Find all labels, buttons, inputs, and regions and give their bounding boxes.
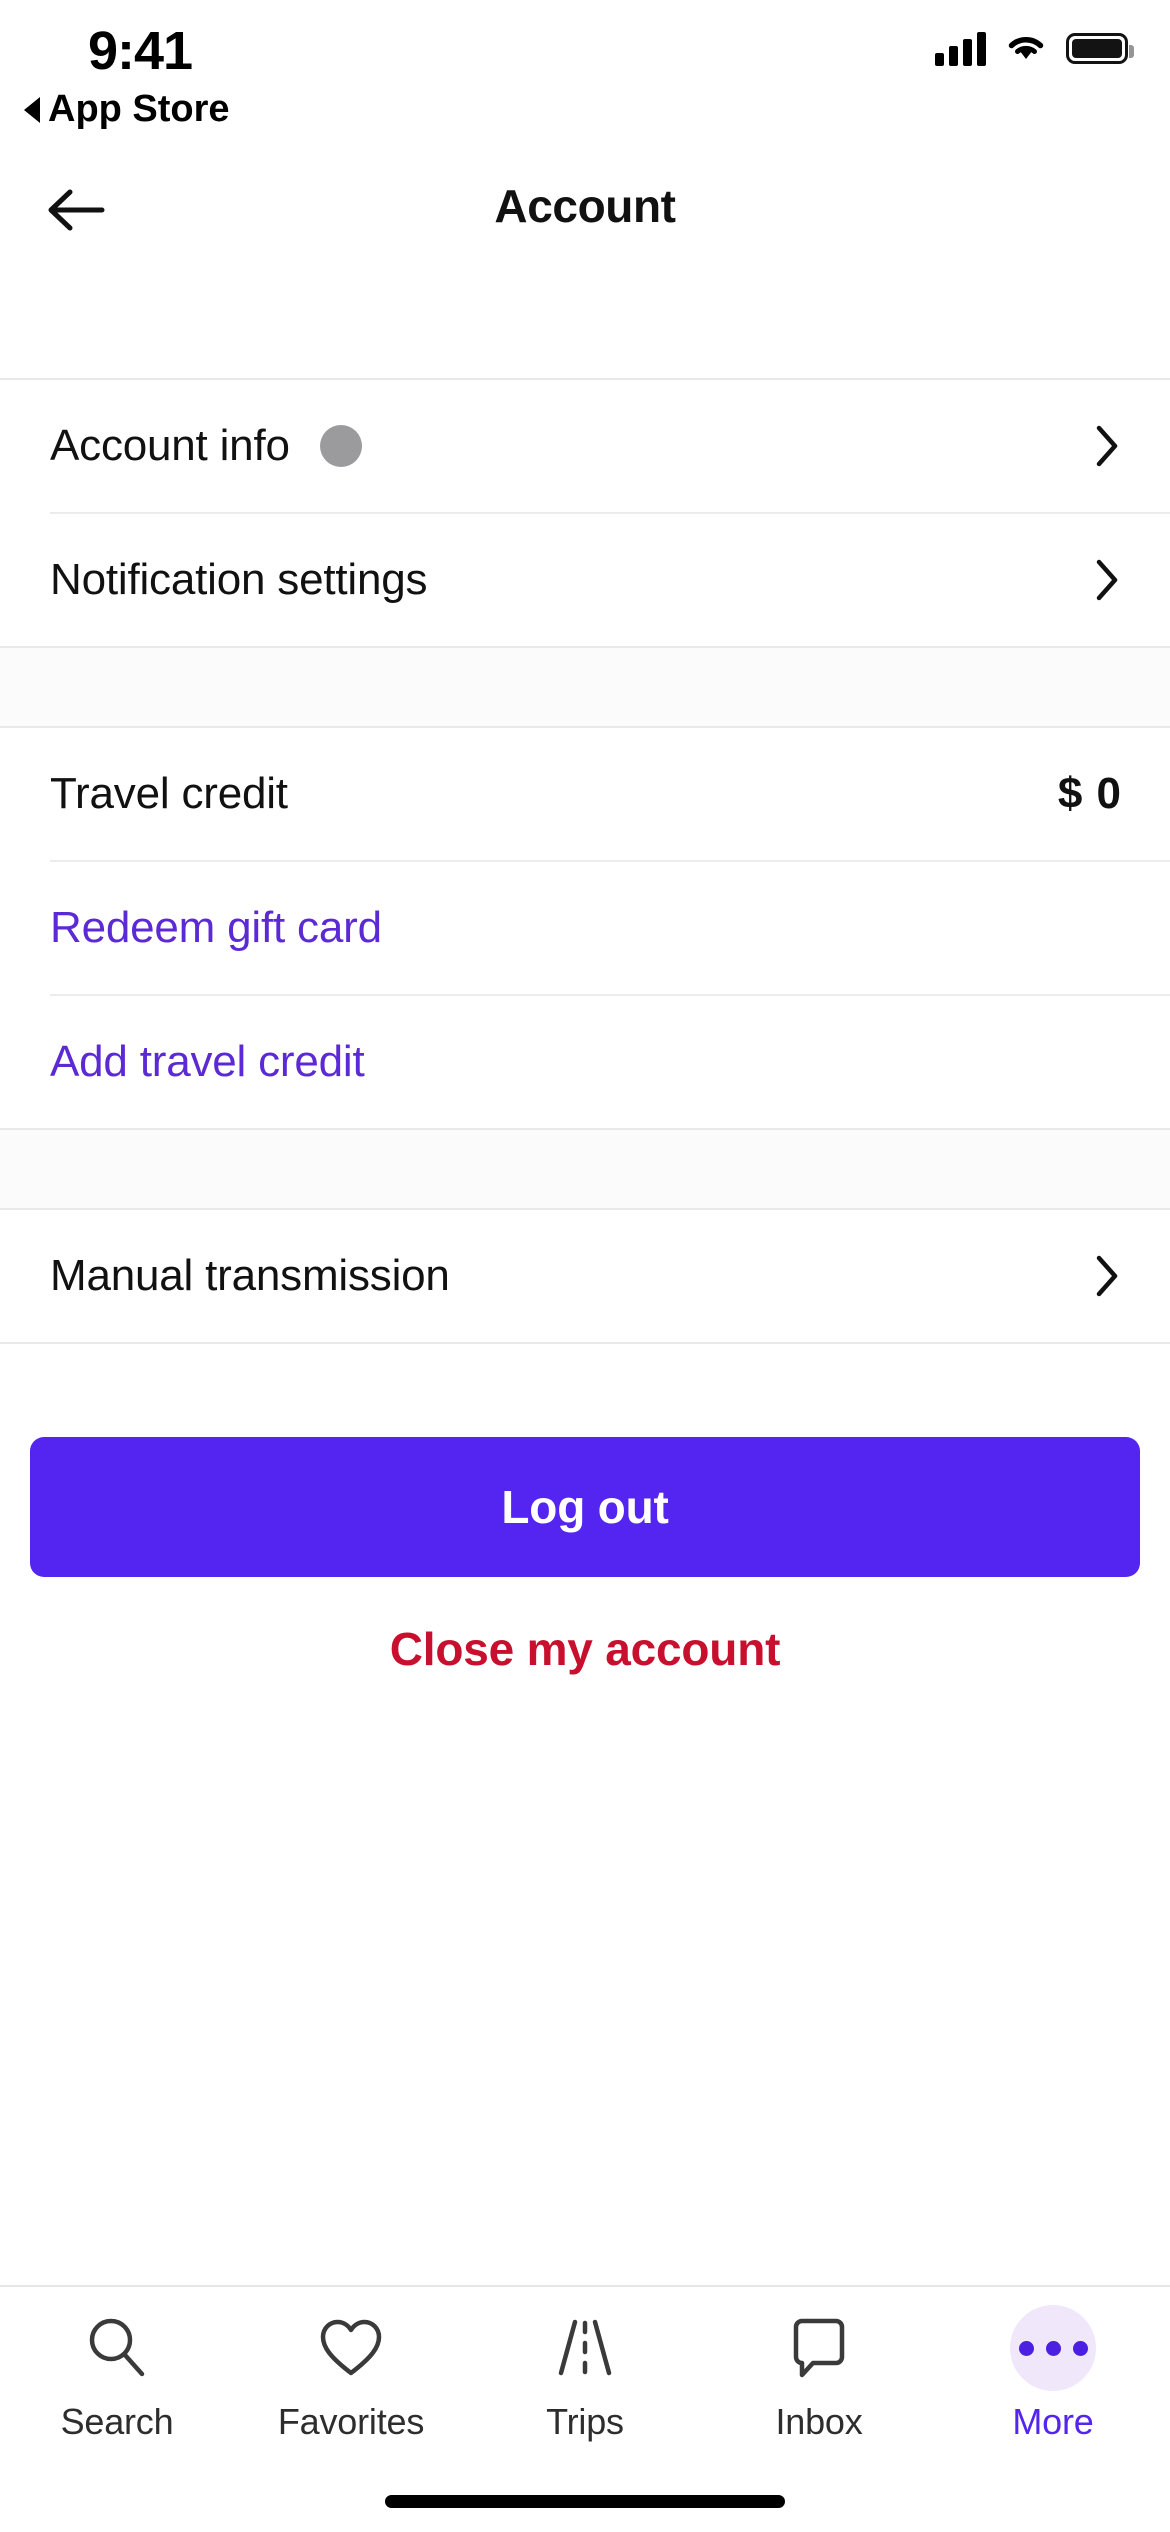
row-manual-transmission[interactable]: Manual transmission — [0, 1210, 1170, 1342]
back-triangle-icon — [24, 96, 40, 123]
section-gap — [0, 1130, 1170, 1208]
back-to-app-label: App Store — [48, 88, 230, 130]
status-bar-indicators — [935, 30, 1134, 67]
tab-inbox[interactable]: Inbox — [702, 2309, 936, 2457]
tab-label: Search — [60, 2401, 174, 2442]
tab-search[interactable]: Search — [0, 2309, 234, 2457]
page-title: Account — [494, 180, 676, 232]
row-redeem-gift-card[interactable]: Redeem gift card — [0, 862, 1170, 994]
account-screen: 9:41 App Store Account Account info Noti… — [0, 0, 1170, 2532]
tab-label: Favorites — [277, 2401, 425, 2442]
row-label: Add travel credit — [50, 1037, 365, 1086]
chevron-right-icon — [1092, 1252, 1122, 1300]
message-icon — [782, 2309, 856, 2387]
wifi-icon — [1004, 30, 1048, 67]
nav-bar: Account — [0, 165, 1170, 265]
row-label: Notification settings — [50, 555, 428, 604]
row-travel-credit[interactable]: Travel credit $ 0 — [0, 728, 1170, 860]
divider — [0, 1342, 1170, 1344]
tab-label: Trips — [546, 2401, 624, 2442]
heart-icon — [314, 2309, 388, 2387]
more-dots-icon — [1010, 2305, 1096, 2391]
row-add-travel-credit[interactable]: Add travel credit — [0, 996, 1170, 1128]
travel-credit-value: $ 0 — [1057, 769, 1122, 818]
settings-list: Account info Notification settings Trave… — [0, 378, 1170, 1344]
close-account-button[interactable]: Close my account — [0, 1622, 1170, 1676]
tab-label: More — [1012, 2401, 1094, 2442]
avatar — [319, 425, 362, 467]
row-label: Account info — [50, 421, 290, 470]
chevron-right-icon — [1092, 556, 1122, 604]
section-gap — [0, 648, 1170, 726]
log-out-button[interactable]: Log out — [30, 1437, 1140, 1577]
row-label: Travel credit — [50, 769, 288, 818]
tab-favorites[interactable]: Favorites — [234, 2309, 468, 2457]
road-icon — [548, 2309, 622, 2387]
chevron-right-icon — [1092, 422, 1122, 470]
home-indicator — [385, 2495, 785, 2508]
battery-full-icon — [1066, 33, 1134, 64]
row-label: Manual transmission — [50, 1251, 450, 1300]
status-bar-time: 9:41 — [88, 21, 193, 81]
row-notification-settings[interactable]: Notification settings — [0, 514, 1170, 646]
signal-bars-icon — [935, 31, 986, 66]
status-bar: 9:41 App Store — [0, 0, 1170, 150]
row-account-info[interactable]: Account info — [0, 380, 1170, 512]
row-label: Redeem gift card — [50, 903, 382, 952]
tab-trips[interactable]: Trips — [468, 2309, 702, 2457]
tab-label: Inbox — [775, 2401, 863, 2442]
tab-bar: Search Favorites Trips Inbox More — [0, 2285, 1170, 2532]
back-to-app-indicator[interactable]: App Store — [24, 88, 230, 131]
tab-more[interactable]: More — [936, 2305, 1170, 2457]
search-icon — [80, 2309, 154, 2387]
